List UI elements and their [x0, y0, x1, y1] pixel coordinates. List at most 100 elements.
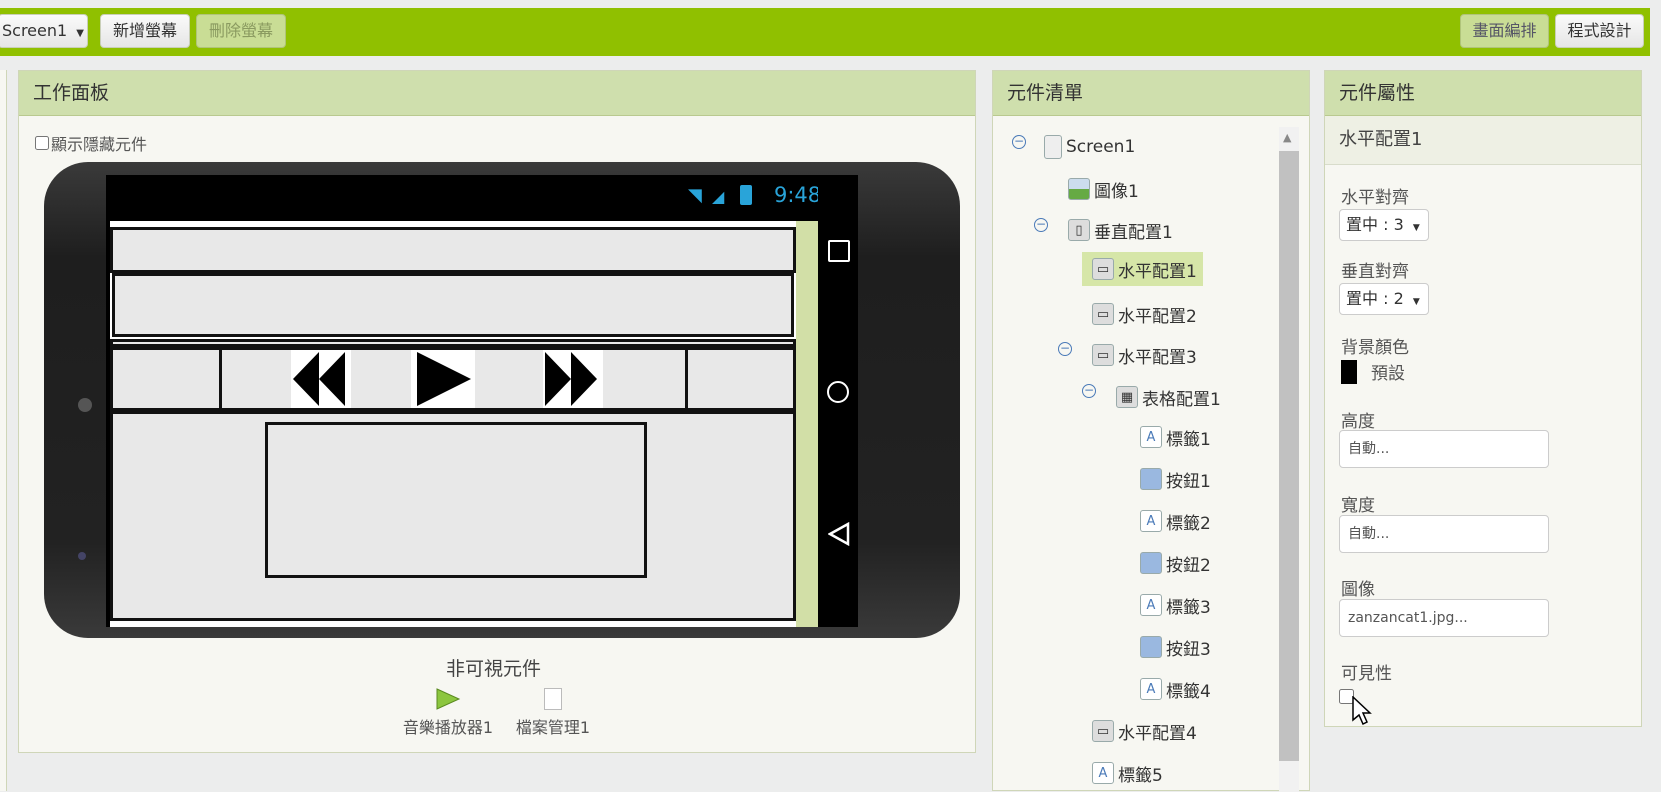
show-hidden-checkbox[interactable] [35, 136, 49, 150]
label-5-box[interactable] [265, 422, 647, 578]
bg-color-picker[interactable]: 預設 [1341, 359, 1405, 384]
label-icon: A [1092, 762, 1114, 784]
chevron-down-icon: ▼ [1412, 297, 1420, 307]
tree-item-button2[interactable]: 按鈕2 [1140, 546, 1211, 580]
remove-screen-button[interactable]: 刪除螢幕 [196, 14, 286, 48]
width-field[interactable]: 自動... [1339, 515, 1549, 553]
tree-item-label3[interactable]: A 標籤3 [1140, 588, 1211, 622]
tree-item-image1[interactable]: 圖像1 [1068, 172, 1139, 206]
nonvisible-title: 非可視元件 [446, 658, 542, 680]
tree-item-screen1[interactable]: Screen1 [1044, 130, 1135, 164]
tree-item-label1[interactable]: A 標籤1 [1140, 420, 1211, 454]
tree-item-horizontal4[interactable]: ▭ 水平配置4 [1092, 714, 1197, 748]
top-toolbar: Screen1 ▼ 新增螢幕 刪除螢幕 畫面編排 程式設計 [0, 8, 1650, 56]
phone-frame: ◥ ◢ 9:48 [44, 162, 960, 638]
tree-item-label5[interactable]: A 標籤5 [1092, 756, 1163, 790]
image-component[interactable] [110, 227, 796, 273]
phone-speaker [78, 398, 92, 412]
screen-select[interactable]: Screen1 ▼ [0, 14, 88, 48]
height-field[interactable]: 自動... [1339, 430, 1549, 468]
tree-item-button3[interactable]: 按鈕3 [1140, 630, 1211, 664]
horizontal-arrangement-icon: ▭ [1092, 303, 1114, 325]
label-icon: A [1140, 426, 1162, 448]
mouse-cursor-icon [1352, 696, 1372, 726]
fast-forward-button[interactable] [543, 350, 603, 408]
designer-button[interactable]: 畫面編排 [1460, 14, 1549, 48]
label-icon: A [1140, 678, 1162, 700]
align-h-label: 水平對齊 [1341, 188, 1409, 208]
image-field[interactable]: zanzancat1.jpg... [1339, 599, 1549, 637]
collapse-table1-icon[interactable]: − [1082, 384, 1096, 398]
horizontal-arrangement-2[interactable] [110, 339, 796, 347]
selected-component-name: 水平配置1 [1325, 116, 1641, 165]
scroll-thumb[interactable] [1279, 151, 1299, 761]
image-label: 圖像 [1341, 580, 1375, 600]
tree-item-horizontal2[interactable]: ▭ 水平配置2 [1092, 297, 1197, 331]
show-hidden-label: 顯示隱藏元件 [51, 135, 148, 154]
tree-item-button1[interactable]: 按鈕1 [1140, 462, 1211, 496]
label-icon: A [1140, 594, 1162, 616]
screen-icon [1044, 135, 1062, 159]
screen-canvas[interactable] [110, 221, 796, 627]
tree-item-label2[interactable]: A 標籤2 [1140, 504, 1211, 538]
tree-item-table1[interactable]: ▦ 表格配置1 [1116, 380, 1221, 414]
horizontal-arrangement-4[interactable] [110, 411, 796, 621]
fast-forward-icon [545, 352, 597, 406]
screen-scroll-edge [796, 221, 818, 627]
collapse-vertical1-icon[interactable]: − [1034, 218, 1048, 232]
label-icon: A [1140, 510, 1162, 532]
play-icon [417, 352, 471, 406]
tree-item-label4[interactable]: A 標籤4 [1140, 672, 1211, 706]
nonvisible-label: 檔案管理1 [515, 718, 591, 737]
left-panel-edge [0, 70, 7, 791]
wifi-icon: ◥ [688, 185, 702, 206]
height-label: 高度 [1341, 412, 1375, 432]
recents-icon[interactable] [828, 240, 850, 262]
bg-color-label: 背景顏色 [1341, 338, 1409, 358]
button-icon [1140, 468, 1162, 490]
tree-item-vertical1[interactable]: ▯ 垂直配置1 [1068, 213, 1173, 247]
rewind-button[interactable] [291, 350, 351, 408]
nonvisible-item-file[interactable]: 檔案管理1 [506, 688, 600, 738]
table-arrangement-icon: ▦ [1116, 386, 1138, 408]
battery-icon [740, 185, 752, 205]
align-h-select[interactable]: 置中 : 3 ▼ [1339, 209, 1429, 241]
button-icon [1140, 636, 1162, 658]
color-swatch [1341, 359, 1357, 384]
horizontal-arrangement-icon: ▭ [1092, 720, 1114, 742]
align-v-label: 垂直對齊 [1341, 262, 1409, 282]
align-v-select[interactable]: 置中 : 2 ▼ [1339, 283, 1429, 315]
phone-camera [78, 552, 86, 560]
tree-item-horizontal3[interactable]: ▭ 水平配置3 [1092, 338, 1197, 372]
play-button[interactable] [411, 350, 475, 408]
collapse-screen1-icon[interactable]: − [1012, 135, 1026, 149]
horizontal-arrangement-3[interactable] [110, 347, 796, 411]
rewind-icon [293, 352, 345, 406]
viewer-title: 工作面板 [19, 71, 975, 116]
vertical-arrangement[interactable] [110, 227, 796, 621]
collapse-horizontal3-icon[interactable]: − [1058, 342, 1072, 356]
image-icon [1068, 178, 1090, 200]
components-title: 元件清單 [993, 71, 1309, 116]
add-screen-button[interactable]: 新增螢幕 [100, 14, 190, 48]
width-label: 寬度 [1341, 496, 1375, 516]
blocks-button[interactable]: 程式設計 [1555, 14, 1644, 48]
file-icon [544, 688, 562, 710]
android-nav-bar [818, 175, 858, 627]
tree-item-horizontal1[interactable]: ▭ 水平配置1 [1082, 252, 1203, 286]
phone-screen: ◥ ◢ 9:48 [106, 175, 858, 627]
components-scrollbar[interactable]: ▲ [1279, 127, 1299, 792]
home-icon[interactable] [827, 381, 849, 403]
nonvisible-label: 音樂播放器1 [402, 718, 494, 737]
show-hidden-row: 顯示隱藏元件 [35, 131, 147, 155]
horizontal-arrangement-icon: ▭ [1092, 344, 1114, 366]
vertical-arrangement-icon: ▯ [1068, 219, 1090, 241]
chevron-down-icon: ▼ [76, 28, 84, 39]
nonvisible-item-player[interactable]: 音樂播放器1 [396, 688, 500, 738]
scroll-up-icon[interactable]: ▲ [1283, 131, 1291, 144]
back-icon[interactable] [828, 522, 850, 546]
button-icon [1140, 552, 1162, 574]
properties-title: 元件屬性 [1325, 71, 1641, 116]
horizontal-arrangement-1[interactable] [112, 273, 794, 337]
table-cell-left [219, 350, 222, 408]
